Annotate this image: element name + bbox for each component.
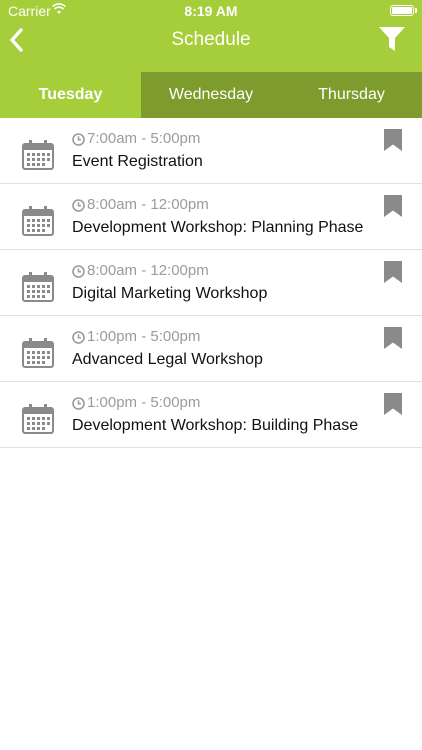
bookmark-icon[interactable] [383, 129, 403, 151]
navigation-header: Carrier 8:19 AM Schedule [0, 0, 422, 72]
event-time: 1:00pm - 5:00pm [87, 394, 201, 411]
event-time: 7:00am - 5:00pm [87, 130, 201, 147]
event-row[interactable]: 7:00am - 5:00pm Event Registration [0, 118, 422, 184]
clock-icon [72, 397, 85, 410]
event-title: Development Workshop: Building Phase [72, 417, 359, 434]
event-time: 8:00am - 12:00pm [87, 196, 209, 213]
bookmark-icon[interactable] [383, 195, 403, 217]
clock-time: 8:19 AM [184, 3, 238, 19]
clock-icon [72, 133, 85, 146]
funnel-filter-icon[interactable] [378, 26, 406, 52]
event-time: 8:00am - 12:00pm [87, 262, 209, 279]
tab-tuesday[interactable]: Tuesday [0, 72, 141, 118]
tab-wednesday[interactable]: Wednesday [141, 72, 281, 118]
bookmark-icon[interactable] [383, 393, 403, 415]
event-title: Advanced Legal Workshop [72, 351, 263, 368]
calendar-icon [22, 206, 54, 236]
clock-icon [72, 199, 85, 212]
status-bar: Carrier 8:19 AM [0, 0, 422, 22]
day-tabs: Tuesday Wednesday Thursday [0, 72, 422, 118]
event-title: Event Registration [72, 153, 203, 170]
event-time: 1:00pm - 5:00pm [87, 328, 201, 345]
calendar-icon [22, 140, 54, 170]
clock-icon [72, 265, 85, 278]
event-row[interactable]: 8:00am - 12:00pm Digital Marketing Works… [0, 250, 422, 316]
event-title: Digital Marketing Workshop [72, 285, 268, 302]
event-row[interactable]: 1:00pm - 5:00pm Advanced Legal Workshop [0, 316, 422, 382]
event-title: Development Workshop: Planning Phase [72, 219, 364, 236]
calendar-icon [22, 338, 54, 368]
clock-icon [72, 331, 85, 344]
bookmark-icon[interactable] [383, 327, 403, 349]
tab-thursday[interactable]: Thursday [281, 72, 422, 118]
battery-tip [415, 8, 417, 13]
battery-icon [390, 5, 414, 16]
calendar-icon [22, 272, 54, 302]
event-row[interactable]: 8:00am - 12:00pm Development Workshop: P… [0, 184, 422, 250]
event-list: 7:00am - 5:00pm Event Registration 8:00a… [0, 118, 422, 448]
event-row[interactable]: 1:00pm - 5:00pm Development Workshop: Bu… [0, 382, 422, 448]
page-title: Schedule [171, 29, 251, 50]
bookmark-icon[interactable] [383, 261, 403, 283]
calendar-icon [22, 404, 54, 434]
